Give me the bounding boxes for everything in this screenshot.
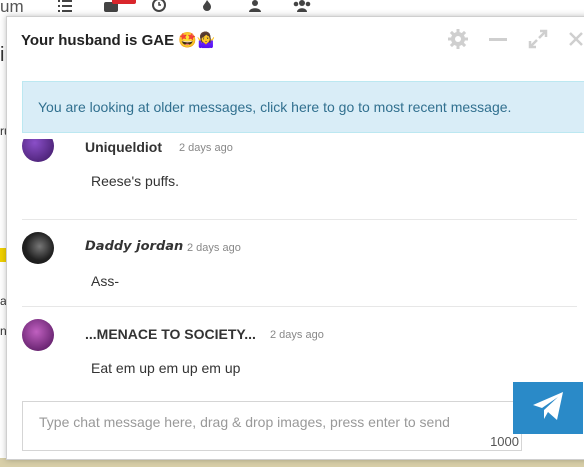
avatar[interactable] (22, 232, 54, 264)
chat-composer: 1000 (22, 401, 522, 451)
character-counter: 1000 (490, 434, 519, 449)
users-icon[interactable] (292, 0, 312, 14)
message-timestamp: 2 days ago (187, 242, 241, 254)
send-button[interactable] (513, 382, 583, 434)
message-author[interactable]: Uniqueldiot (85, 139, 162, 155)
chat-window: Your husband is GAE 🤩🤷‍♀️ (6, 16, 584, 460)
close-icon[interactable] (565, 28, 584, 50)
message-text: Reese's puffs. (91, 173, 180, 189)
avatar[interactable] (22, 139, 54, 162)
clock-icon[interactable] (152, 0, 166, 14)
message-text: Eat em up em up em up (91, 360, 241, 376)
list-icon[interactable] (58, 0, 72, 14)
message-text: Ass- (91, 273, 119, 289)
paper-plane-icon (532, 391, 564, 426)
message-item: Uniqueldiot 2 days ago Reese's puffs. (22, 139, 577, 220)
message-item: ...MENACE TO SOCIETY... 2 days ago Eat e… (22, 307, 577, 394)
notification-badge (112, 0, 136, 4)
message-timestamp: 2 days ago (270, 329, 324, 341)
background-glyph: i (0, 44, 5, 66)
gear-icon[interactable] (447, 28, 469, 50)
avatar[interactable] (22, 319, 54, 351)
chat-title: Your husband is GAE 🤩🤷‍♀️ (21, 32, 216, 49)
message-author[interactable]: ...MENACE TO SOCIETY... (85, 326, 256, 342)
user-icon[interactable] (248, 0, 262, 14)
forum-link[interactable]: um (0, 0, 24, 17)
message-list[interactable]: Uniqueldiot 2 days ago Reese's puffs. 𝘿𝙖… (22, 139, 577, 401)
older-messages-notice[interactable]: You are looking at older messages, click… (22, 81, 584, 133)
maximize-icon[interactable] (527, 28, 549, 50)
chat-message-input[interactable] (23, 402, 521, 450)
minimize-icon[interactable] (487, 28, 509, 50)
message-timestamp: 2 days ago (179, 142, 233, 154)
fire-icon[interactable] (201, 0, 213, 14)
message-author[interactable]: 𝘿𝙖𝙙𝙙𝙮 𝙟𝙤𝙧𝙙𝙖𝙣 (85, 239, 183, 254)
message-item: 𝘿𝙖𝙙𝙙𝙮 𝙟𝙤𝙧𝙙𝙖𝙣 2 days ago Ass- (22, 220, 577, 307)
chat-header[interactable]: Your husband is GAE 🤩🤷‍♀️ (7, 17, 584, 61)
